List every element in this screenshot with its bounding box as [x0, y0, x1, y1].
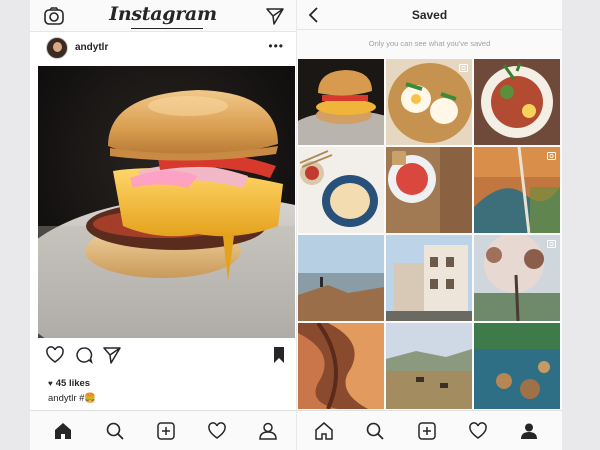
saved-item[interactable]	[386, 59, 472, 145]
home-icon[interactable]	[314, 421, 334, 441]
likes-label: 45 likes	[55, 378, 91, 389]
avatar[interactable]	[46, 37, 68, 59]
saved-item[interactable]	[298, 147, 384, 233]
home-icon[interactable]	[53, 421, 73, 441]
saved-item[interactable]	[298, 235, 384, 321]
heart-icon[interactable]	[46, 346, 64, 364]
post-photo[interactable]	[38, 66, 295, 338]
post-actions	[30, 342, 296, 370]
logo-underline	[131, 28, 203, 29]
post-header: andytlr •••	[30, 33, 296, 65]
multiple-photos-icon	[459, 64, 468, 72]
page-title: Saved	[411, 8, 448, 22]
saved-item[interactable]	[474, 147, 560, 233]
saved-tab-bar	[297, 410, 562, 450]
privacy-notice: Only you can see what you've saved	[368, 39, 491, 48]
saved-top-bar: Saved	[297, 0, 562, 30]
comment-icon[interactable]	[75, 346, 93, 364]
post-caption: andytlr #🍔	[48, 393, 97, 404]
profile-icon[interactable]	[519, 421, 539, 441]
saved-item[interactable]	[386, 323, 472, 409]
profile-icon[interactable]	[258, 421, 278, 441]
saved-item[interactable]	[386, 235, 472, 321]
multiple-photos-icon	[547, 240, 556, 248]
direct-message-icon[interactable]	[266, 7, 284, 25]
saved-item[interactable]	[474, 59, 560, 145]
saved-screen: Saved Only you can see what you've saved	[297, 0, 562, 450]
share-icon[interactable]	[103, 346, 121, 364]
feed-tab-bar	[30, 410, 296, 450]
add-post-icon[interactable]	[156, 421, 176, 441]
activity-icon[interactable]	[468, 421, 488, 441]
multiple-photos-icon	[547, 152, 556, 160]
likes-count[interactable]: ♥ 45 likes	[48, 378, 90, 389]
heart-icon: ♥	[48, 379, 53, 388]
bookmark-icon[interactable]	[270, 346, 288, 364]
add-post-icon[interactable]	[417, 421, 437, 441]
activity-icon[interactable]	[207, 421, 227, 441]
saved-item[interactable]	[474, 235, 560, 321]
more-options-icon[interactable]: •••	[268, 39, 284, 53]
saved-item[interactable]	[298, 59, 384, 145]
search-icon[interactable]	[365, 421, 385, 441]
search-icon[interactable]	[105, 421, 125, 441]
feed-top-bar: Instagram	[30, 0, 296, 32]
app-logo: Instagram	[109, 3, 217, 25]
saved-item[interactable]	[298, 323, 384, 409]
saved-item[interactable]	[386, 147, 472, 233]
post-username[interactable]: andytlr	[75, 42, 108, 53]
feed-screen: Instagram andytlr ••• ♥ 45 likes andytlr…	[30, 0, 296, 450]
saved-item[interactable]	[474, 323, 560, 409]
